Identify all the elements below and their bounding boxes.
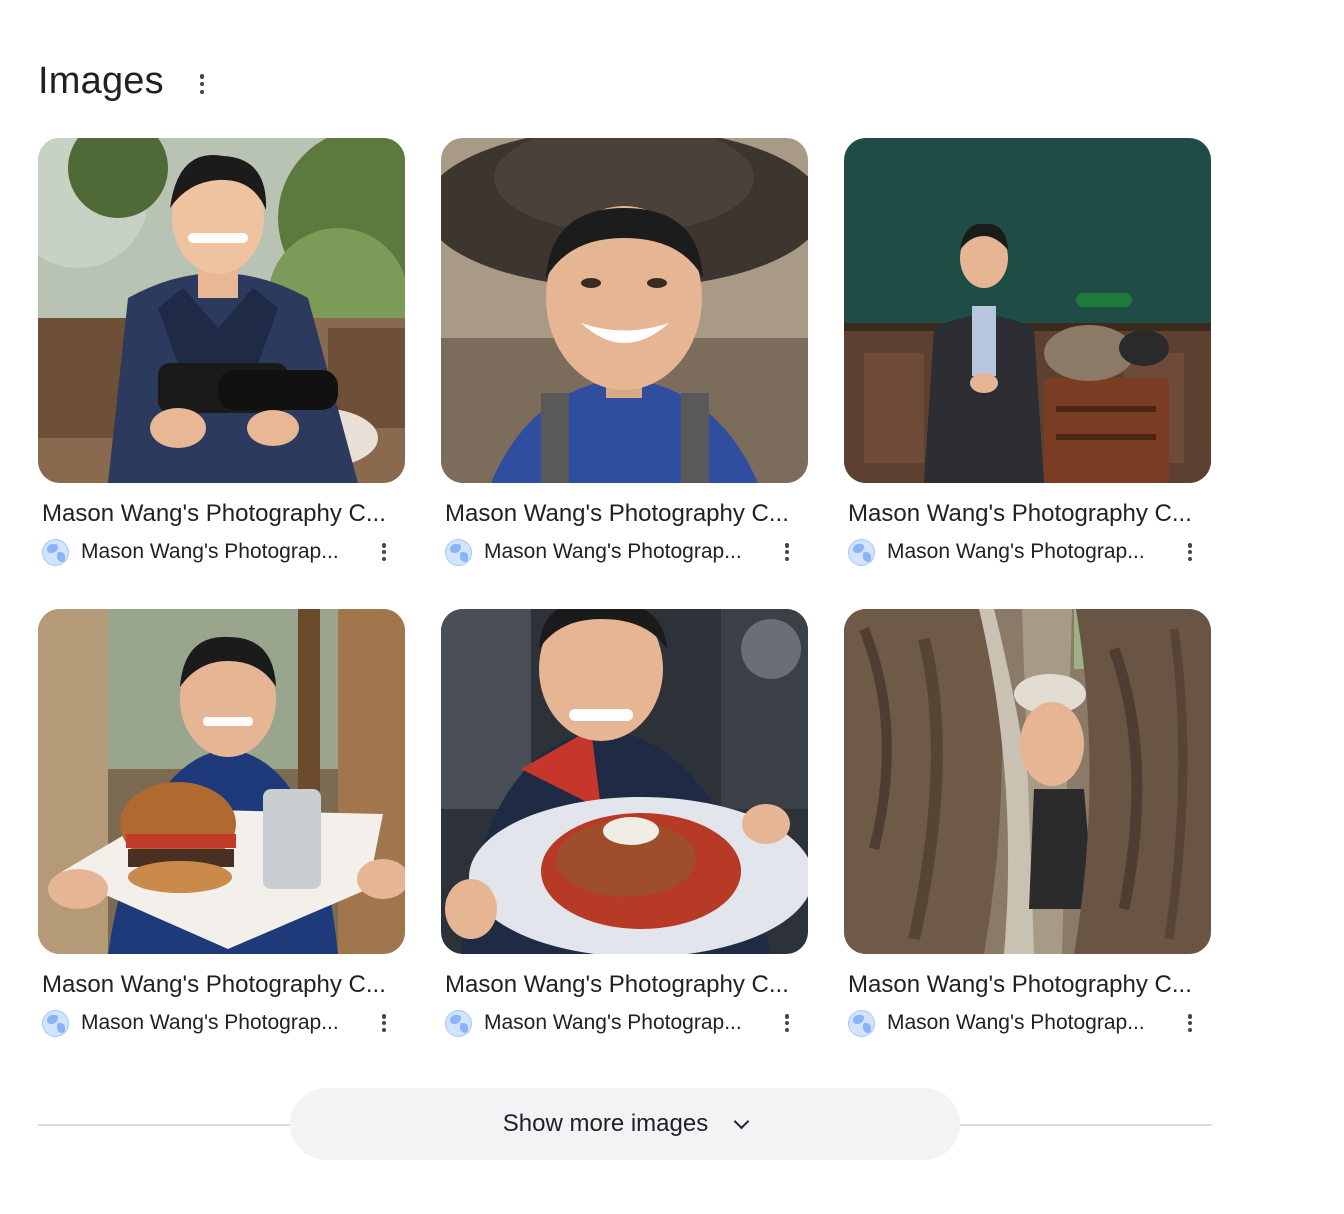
globe-icon <box>445 538 472 566</box>
image-result-card[interactable]: Mason Wang's Photography C... Mason Wang… <box>441 138 808 568</box>
card-source-row[interactable]: Mason Wang's Photograp... <box>42 1007 404 1039</box>
source-name[interactable]: Mason Wang's Photograp... <box>887 1011 1167 1035</box>
more-vert-icon[interactable] <box>775 1011 799 1035</box>
source-name[interactable]: Mason Wang's Photograp... <box>81 1011 361 1035</box>
card-title[interactable]: Mason Wang's Photography C... <box>445 498 805 530</box>
more-vert-icon[interactable] <box>372 1011 396 1035</box>
globe-icon <box>848 1009 875 1037</box>
card-source-row[interactable]: Mason Wang's Photograp... <box>445 536 807 568</box>
card-source-row[interactable]: Mason Wang's Photograp... <box>42 536 404 568</box>
image-thumbnail-camera-outdoors[interactable] <box>38 138 405 483</box>
card-source-row[interactable]: Mason Wang's Photograp... <box>445 1007 807 1039</box>
card-title[interactable]: Mason Wang's Photography C... <box>42 498 402 530</box>
image-thumbnail-cowboy-hat[interactable] <box>441 138 808 483</box>
source-name[interactable]: Mason Wang's Photograp... <box>81 540 361 564</box>
show-more-label: Show more images <box>502 1110 709 1137</box>
image-result-card[interactable]: Mason Wang's Photography C... Mason Wang… <box>844 609 1211 1039</box>
image-thumbnail-burger-tray[interactable] <box>38 609 405 954</box>
globe-icon <box>848 538 875 566</box>
card-title[interactable]: Mason Wang's Photography C... <box>848 969 1208 1001</box>
card-title[interactable]: Mason Wang's Photography C... <box>42 969 402 1001</box>
source-name[interactable]: Mason Wang's Photograp... <box>887 540 1167 564</box>
image-grid: Mason Wang's Photography C... Mason Wang… <box>38 138 1212 1039</box>
card-title[interactable]: Mason Wang's Photography C... <box>848 498 1208 530</box>
globe-icon <box>42 1009 69 1037</box>
source-name[interactable]: Mason Wang's Photograp... <box>484 1011 764 1035</box>
source-name[interactable]: Mason Wang's Photograp... <box>484 540 764 564</box>
more-vert-icon[interactable] <box>372 540 396 564</box>
image-thumbnail-suit-green-wall[interactable] <box>844 138 1211 483</box>
chevron-down-icon <box>733 1113 750 1129</box>
globe-icon <box>42 538 69 566</box>
more-vert-icon[interactable] <box>1178 1011 1202 1035</box>
more-vert-icon[interactable] <box>1178 540 1202 564</box>
more-vert-icon[interactable] <box>775 540 799 564</box>
more-vert-icon[interactable] <box>190 71 214 97</box>
images-section-header: Images <box>38 56 214 106</box>
image-thumbnail-tree-trunk[interactable] <box>844 609 1211 954</box>
image-result-card[interactable]: Mason Wang's Photography C... Mason Wang… <box>844 138 1211 568</box>
section-title: Images <box>38 59 164 102</box>
card-source-row[interactable]: Mason Wang's Photograp... <box>848 1007 1210 1039</box>
card-title[interactable]: Mason Wang's Photography C... <box>445 969 805 1001</box>
image-result-card[interactable]: Mason Wang's Photography C... Mason Wang… <box>38 138 405 568</box>
image-thumbnail-pasta-plate[interactable] <box>441 609 808 954</box>
show-more-images-button[interactable]: Show more images <box>290 1088 960 1160</box>
image-result-card[interactable]: Mason Wang's Photography C... Mason Wang… <box>441 609 808 1039</box>
globe-icon <box>445 1009 472 1037</box>
image-result-card[interactable]: Mason Wang's Photography C... Mason Wang… <box>38 609 405 1039</box>
card-source-row[interactable]: Mason Wang's Photograp... <box>848 536 1210 568</box>
